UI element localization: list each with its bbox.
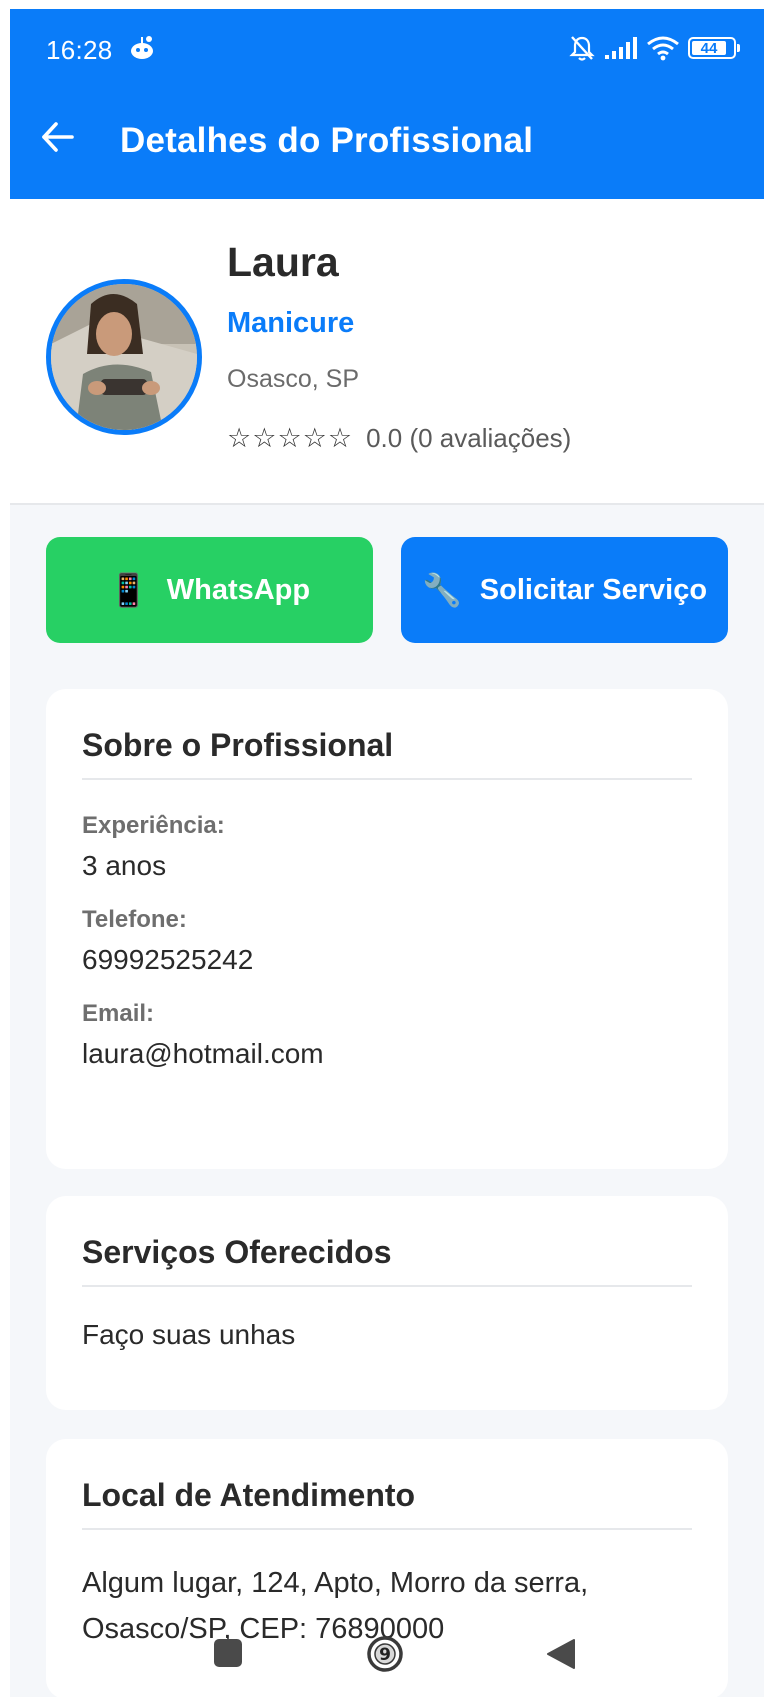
- app-frame: 16:28 44 Detalhes do Profissional Laura …: [10, 9, 764, 1697]
- location-title: Local de Atendimento: [82, 1477, 692, 1530]
- request-service-button[interactable]: 🔧 Solicitar Serviço: [401, 537, 728, 643]
- star-icon: ☆: [327, 423, 353, 453]
- star-icon: ☆: [302, 423, 327, 453]
- battery-icon: 44: [688, 37, 740, 59]
- home-circle-icon: 9: [367, 1636, 403, 1672]
- star-icon: ☆: [252, 423, 277, 453]
- app-bar: 16:28 44 Detalhes do Profissional: [10, 9, 764, 199]
- screen: 16:28 44 Detalhes do Profissional Laura …: [0, 0, 764, 1697]
- profile-photo: [51, 284, 197, 430]
- system-nav-bar: 9: [10, 1633, 764, 1697]
- home-badge: 9: [379, 1645, 391, 1665]
- battery-level: 44: [700, 39, 718, 57]
- star-icon: ☆: [227, 423, 252, 453]
- rating-stars: ☆ ☆ ☆ ☆ ☆: [227, 425, 352, 452]
- whatsapp-button[interactable]: 📱 WhatsApp: [46, 537, 373, 643]
- request-service-button-label: Solicitar Serviço: [479, 573, 708, 606]
- notifications-off-icon: [568, 34, 596, 62]
- star-icon: ☆: [277, 423, 302, 453]
- system-back-button[interactable]: [544, 1637, 578, 1671]
- services-description: Faço suas unhas: [82, 1319, 296, 1350]
- home-button[interactable]: 9: [366, 1635, 404, 1673]
- email-label: Email:: [82, 1000, 155, 1027]
- recent-apps-button[interactable]: [214, 1639, 242, 1667]
- services-title: Serviços Oferecidos: [82, 1234, 692, 1287]
- professional-name: Laura: [227, 239, 339, 285]
- email-field: Email: laura@hotmail.com: [82, 1000, 692, 1070]
- profile-header: Laura Manicure Osasco, SP ☆ ☆ ☆ ☆ ☆ 0.0 …: [10, 199, 764, 505]
- professional-role: Manicure: [227, 307, 355, 339]
- rating-row: ☆ ☆ ☆ ☆ ☆ 0.0 (0 avaliações): [227, 423, 571, 454]
- back-button[interactable]: [40, 119, 76, 155]
- action-buttons: 📱 WhatsApp 🔧 Solicitar Serviço: [46, 537, 728, 643]
- professional-location: Osasco, SP: [227, 365, 359, 393]
- status-icons: 44: [568, 33, 740, 63]
- services-card: Serviços Oferecidos Faço suas unhas: [46, 1196, 728, 1410]
- page-title: Detalhes do Profissional: [120, 121, 534, 160]
- triangle-back-icon: [547, 1639, 575, 1669]
- phone-icon: 📱: [108, 572, 149, 608]
- experience-label: Experiência:: [82, 812, 225, 839]
- avatar[interactable]: [46, 279, 202, 435]
- app-notification-icon: [128, 35, 156, 61]
- phone-field: Telefone: 69992525242: [82, 906, 692, 976]
- about-title: Sobre o Profissional: [82, 727, 692, 780]
- about-card: Sobre o Profissional Experiência: 3 anos…: [46, 689, 728, 1169]
- wifi-icon: [646, 35, 680, 61]
- phone-value: 69992525242: [82, 944, 254, 975]
- whatsapp-button-label: WhatsApp: [166, 573, 311, 606]
- email-value: laura@hotmail.com: [82, 1038, 324, 1069]
- experience-field: Experiência: 3 anos: [82, 812, 692, 882]
- phone-label: Telefone:: [82, 906, 187, 933]
- status-bar: 16:28 44: [10, 9, 764, 91]
- arrow-left-icon: [42, 122, 74, 152]
- rating-text: 0.0 (0 avaliações): [366, 423, 572, 453]
- experience-value: 3 anos: [82, 850, 167, 881]
- signal-icon: [604, 36, 638, 60]
- wrench-icon: 🔧: [421, 572, 462, 608]
- status-time: 16:28: [46, 35, 113, 65]
